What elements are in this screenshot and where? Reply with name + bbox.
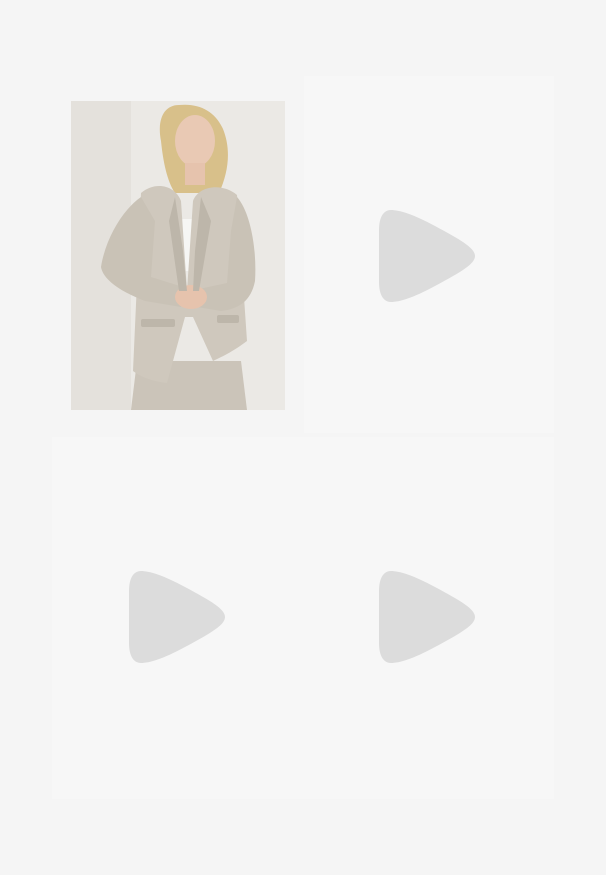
media-gallery [0,0,606,875]
gallery-tile-product-image[interactable] [52,76,304,433]
product-photo[interactable] [71,101,285,410]
gallery-tile-video-1[interactable] [304,76,554,433]
play-icon[interactable] [377,204,477,308]
play-icon[interactable] [127,565,227,669]
product-photo-illustration [71,101,285,410]
gallery-tile-video-3[interactable] [304,437,554,799]
gallery-tile-video-2[interactable] [52,437,304,799]
play-icon[interactable] [377,565,477,669]
